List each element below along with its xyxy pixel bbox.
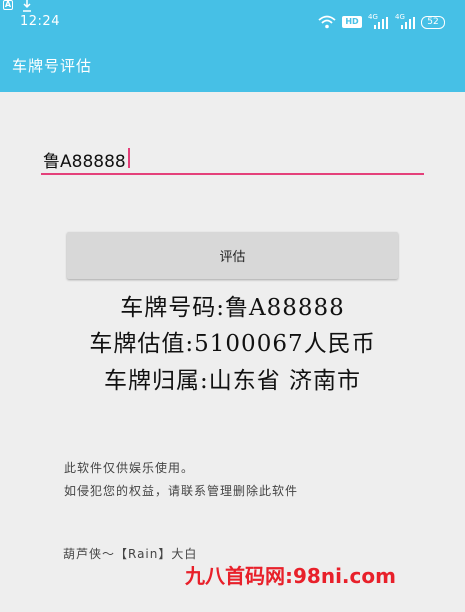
status-bar: A 12:24 HD 4G 4G 52 [0, 0, 465, 34]
site-watermark: 九八首码网:98ni.com [185, 564, 396, 588]
signal-icon: 4G [395, 13, 417, 29]
download-icon [23, 0, 31, 12]
result-plate-number: 车牌号码:鲁A88888 [120, 295, 345, 321]
notification-a-icon: A [3, 0, 13, 10]
signal-icon: 4G [368, 13, 390, 29]
author-credit: 葫芦侠～【Rain】大白 [63, 547, 198, 561]
result-plate-location: 车牌归属:山东省 济南市 [103, 368, 362, 394]
wifi-icon [318, 15, 336, 29]
evaluate-button[interactable]: 评估 [67, 232, 398, 279]
app-title: 车牌号评估 [12, 57, 93, 75]
result-plate-value: 车牌估值:5100067人民币 [89, 331, 376, 357]
disclaimer-line-2: 如侵犯您的权益，请联系管理删除此软件 [64, 484, 299, 498]
status-time: 12:24 [20, 14, 60, 29]
hd-icon: HD [342, 16, 362, 28]
plate-number-input[interactable] [41, 145, 424, 175]
text-caret [128, 148, 130, 168]
battery-icon: 52 [421, 16, 445, 29]
disclaimer-line-1: 此软件仅供娱乐使用。 [64, 461, 195, 475]
